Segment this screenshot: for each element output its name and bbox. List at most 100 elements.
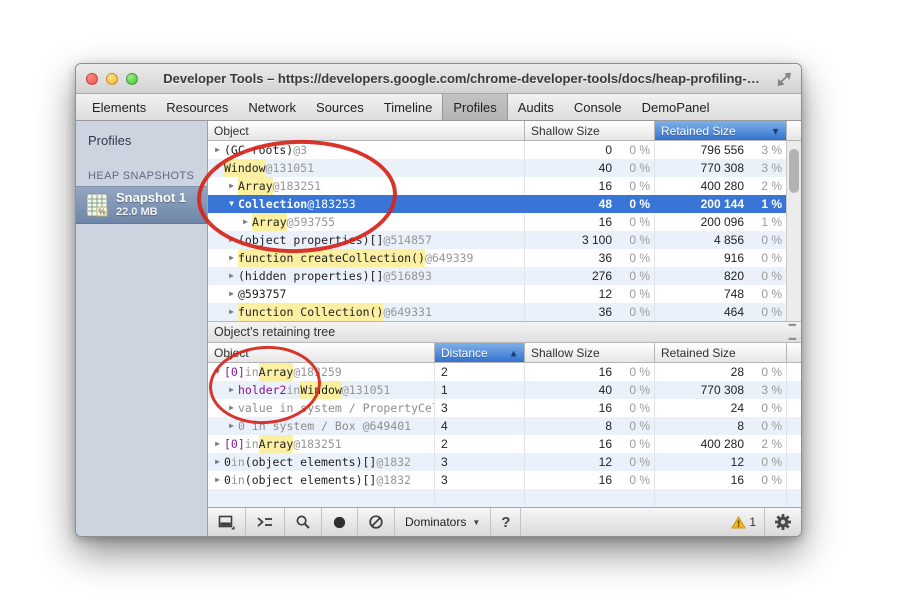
grid-row[interactable]: ▼[0] in Array @1832592160 %280 %	[208, 363, 801, 381]
chevron-down-icon: ▼	[472, 518, 480, 527]
collapsed-arrow-icon[interactable]: ▶	[225, 285, 238, 303]
help-button[interactable]: ?	[491, 508, 521, 536]
settings-button[interactable]	[764, 508, 801, 536]
clear-button[interactable]	[358, 508, 395, 536]
minimize-window-button[interactable]	[106, 73, 118, 85]
collapsed-arrow-icon[interactable]: ▶	[239, 213, 252, 231]
collapsed-arrow-icon[interactable]: ▶	[225, 231, 238, 249]
tab-audits[interactable]: Audits	[508, 94, 564, 120]
tab-resources[interactable]: Resources	[156, 94, 238, 120]
grid-row[interactable]: ▼Collection @183253480 %200 1441 %	[208, 195, 801, 213]
collapsed-arrow-icon[interactable]: ▶	[211, 453, 224, 471]
window-title: Developer Tools – https://developers.goo…	[146, 71, 777, 86]
grid-row[interactable]: ▶function createCollection() @649339360 …	[208, 249, 801, 267]
warnings-indicator[interactable]: 1	[723, 508, 764, 536]
object-name-part: @593755	[287, 213, 335, 231]
column-header-distance[interactable]: Distance ▲	[435, 343, 525, 362]
grid-row[interactable]: ▶Array @593755160 %200 0961 %	[208, 213, 801, 231]
collapsed-arrow-icon[interactable]: ▶	[225, 417, 238, 435]
collapsed-arrow-icon[interactable]: ▶	[225, 267, 238, 285]
retained-size-percent: 0 %	[744, 399, 782, 417]
retained-size-percent: 0 %	[744, 417, 782, 435]
collapsed-arrow-icon[interactable]: ▶	[225, 249, 238, 267]
devtools-statusbar: Dominators ▼ ? 1	[208, 507, 801, 536]
console-drawer-button[interactable]	[246, 508, 285, 536]
object-name-part: @1832	[376, 471, 411, 489]
view-mode-select[interactable]: Dominators ▼	[395, 508, 491, 536]
shallow-size-percent: 0 %	[612, 195, 650, 213]
shallow-size-percent: 0 %	[612, 303, 650, 321]
collapsed-arrow-icon[interactable]: ▶	[225, 381, 238, 399]
dock-side-button[interactable]	[208, 508, 246, 536]
grid-row[interactable]: ▼Window @131051400 %770 3083 %	[208, 159, 801, 177]
collapsed-arrow-icon[interactable]: ▶	[225, 177, 238, 195]
object-name-part: 0	[224, 453, 231, 471]
object-name-part: @1832	[376, 453, 411, 471]
search-button[interactable]	[285, 508, 322, 536]
shallow-size-value: 12	[599, 453, 612, 471]
grid-row[interactable]: ▶[0] in Array @1832512160 %400 2802 %	[208, 435, 801, 453]
tab-network[interactable]: Network	[238, 94, 306, 120]
expanded-arrow-icon[interactable]: ▼	[225, 195, 238, 213]
tab-profiles[interactable]: Profiles	[442, 94, 507, 120]
collapsed-arrow-icon[interactable]: ▶	[225, 303, 238, 321]
object-name-part: @516893	[383, 267, 431, 285]
grid-row[interactable]: ▶(hidden properties)[] @5168932760 %8200…	[208, 267, 801, 285]
collapsed-arrow-icon[interactable]: ▶	[211, 471, 224, 489]
expanded-arrow-icon[interactable]: ▼	[211, 363, 224, 381]
grid-row[interactable]: ▶holder2 in Window @1310511400 %770 3083…	[208, 381, 801, 399]
window-resize-icon[interactable]	[777, 72, 791, 86]
object-name-part: (object elements)[]	[245, 471, 377, 489]
devtools-window: Developer Tools – https://developers.goo…	[75, 63, 802, 537]
shallow-size-value: 16	[599, 213, 612, 231]
object-name-part: Array	[259, 363, 294, 381]
tab-console[interactable]: Console	[564, 94, 632, 120]
grid-row[interactable]: ▶Array @183251160 %400 2802 %	[208, 177, 801, 195]
grid-row[interactable]: ▶function Collection() @649331360 %4640 …	[208, 303, 801, 321]
column-header-shallow-size[interactable]: Shallow Size	[525, 121, 655, 140]
tab-elements[interactable]: Elements	[82, 94, 156, 120]
tab-timeline[interactable]: Timeline	[374, 94, 443, 120]
expanded-arrow-icon[interactable]: ▼	[211, 159, 224, 177]
object-name-part: [0]	[224, 435, 245, 453]
tab-demopanel[interactable]: DemoPanel	[632, 94, 720, 120]
grid-row[interactable]: ▶0 in (object elements)[] @18323160 %160…	[208, 471, 801, 489]
record-button[interactable]	[322, 508, 358, 536]
zoom-window-button[interactable]	[126, 73, 138, 85]
collapsed-arrow-icon[interactable]: ▶	[211, 141, 224, 159]
shallow-size-value: 276	[592, 267, 612, 285]
column-header-shallow-size[interactable]: Shallow Size	[525, 343, 655, 362]
grid-row[interactable]: ▶(GC roots) @300 %796 5563 %	[208, 141, 801, 159]
column-header-object[interactable]: Object	[208, 121, 525, 140]
column-header-object[interactable]: Object	[208, 343, 435, 362]
panel-menu-icon[interactable]: ━━	[789, 318, 795, 346]
object-name-part: @649331	[383, 303, 431, 321]
column-header-retained-size[interactable]: Retained Size	[655, 343, 787, 362]
grid-row[interactable]: ▶0 in (object elements)[] @18323120 %120…	[208, 453, 801, 471]
grid-row[interactable]: ▶@593757120 %7480 %	[208, 285, 801, 303]
collapsed-arrow-icon[interactable]: ▶	[225, 399, 238, 417]
grid-row[interactable]: ▶value in system / PropertyCel3160 %240 …	[208, 399, 801, 417]
scrollbar-thumb[interactable]	[789, 149, 799, 193]
object-name-part: (object properties)[]	[238, 231, 383, 249]
object-name-part: 0	[224, 471, 231, 489]
close-window-button[interactable]	[86, 73, 98, 85]
object-name-part: @131051	[266, 159, 314, 177]
sidebar-item-snapshot-1[interactable]: % Snapshot 1 22.0 MB	[76, 186, 207, 224]
shallow-size-percent: 0 %	[612, 249, 650, 267]
retained-size-value: 4 856	[714, 231, 744, 249]
vertical-scrollbar[interactable]	[786, 141, 801, 321]
column-header-retained-size[interactable]: Retained Size ▼	[655, 121, 787, 140]
retaining-tree-header-bar: Object's retaining tree ━━	[208, 321, 801, 343]
object-name-part: @131051	[342, 381, 390, 399]
collapsed-arrow-icon[interactable]: ▶	[211, 435, 224, 453]
object-name-part: Array	[252, 213, 287, 231]
retained-size-percent: 0 %	[744, 285, 782, 303]
search-icon	[295, 514, 311, 530]
snapshot-size: 22.0 MB	[116, 206, 186, 219]
tab-sources[interactable]: Sources	[306, 94, 374, 120]
grid-row[interactable]: ▶0 in system / Box @649401480 %80 %	[208, 417, 801, 435]
grid-row[interactable]: ▶(object properties)[] @5148573 1000 %4 …	[208, 231, 801, 249]
shallow-size-percent: 0 %	[612, 285, 650, 303]
shallow-size-percent: 0 %	[612, 231, 650, 249]
